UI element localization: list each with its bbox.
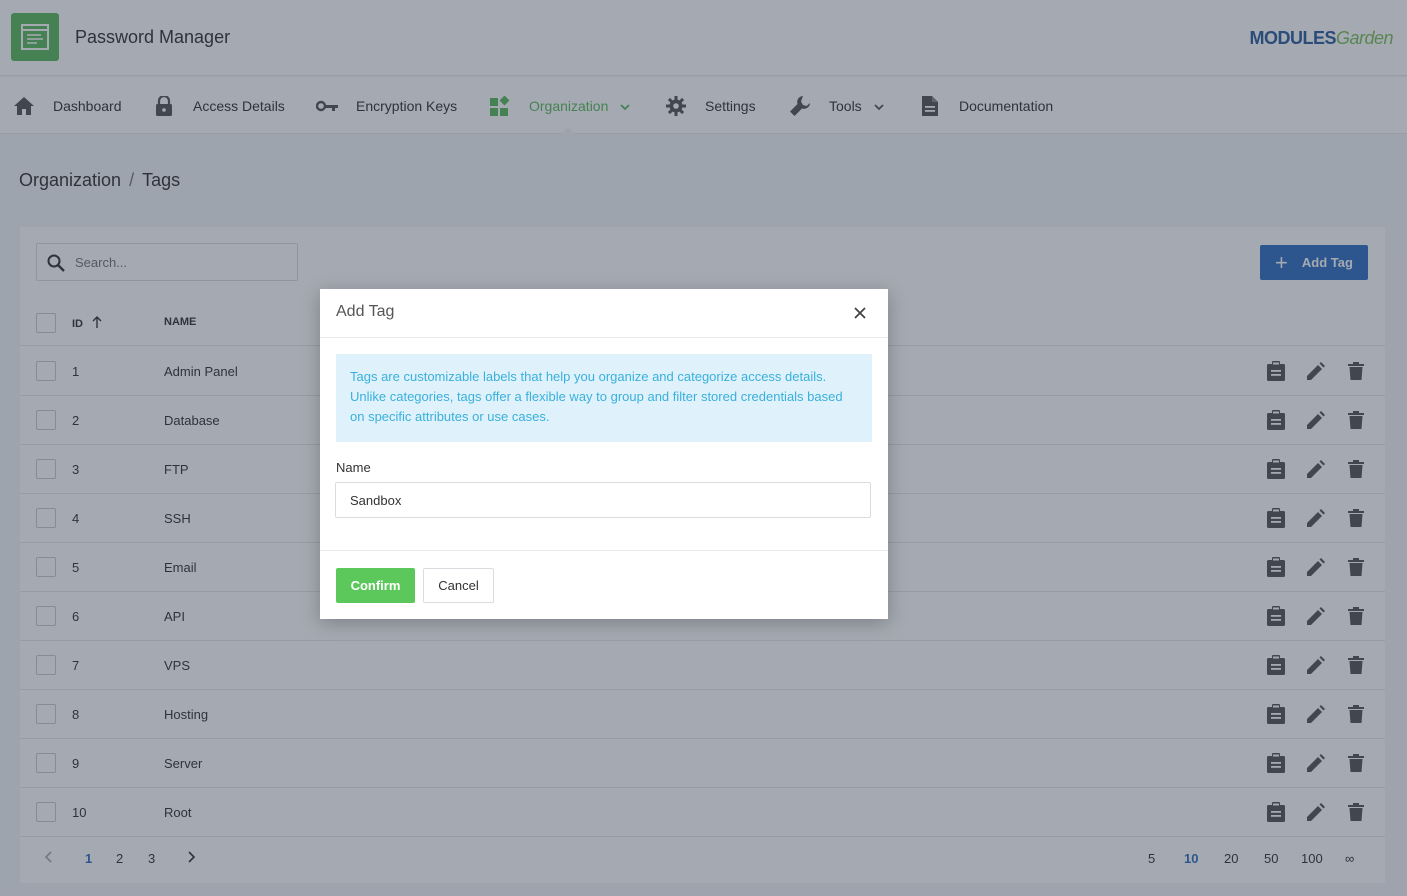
name-input[interactable]: [335, 482, 871, 518]
add-tag-modal: Add Tag Tags are customizable labels tha…: [320, 289, 888, 619]
name-field-label: Name: [336, 460, 371, 475]
close-icon[interactable]: [852, 305, 868, 321]
modal-footer: Confirm Cancel: [320, 550, 888, 619]
cancel-button[interactable]: Cancel: [423, 568, 494, 603]
confirm-button[interactable]: Confirm: [336, 568, 415, 603]
modal-header: Add Tag: [320, 289, 888, 338]
modal-title: Add Tag: [336, 303, 395, 320]
info-alert: Tags are customizable labels that help y…: [336, 354, 872, 442]
